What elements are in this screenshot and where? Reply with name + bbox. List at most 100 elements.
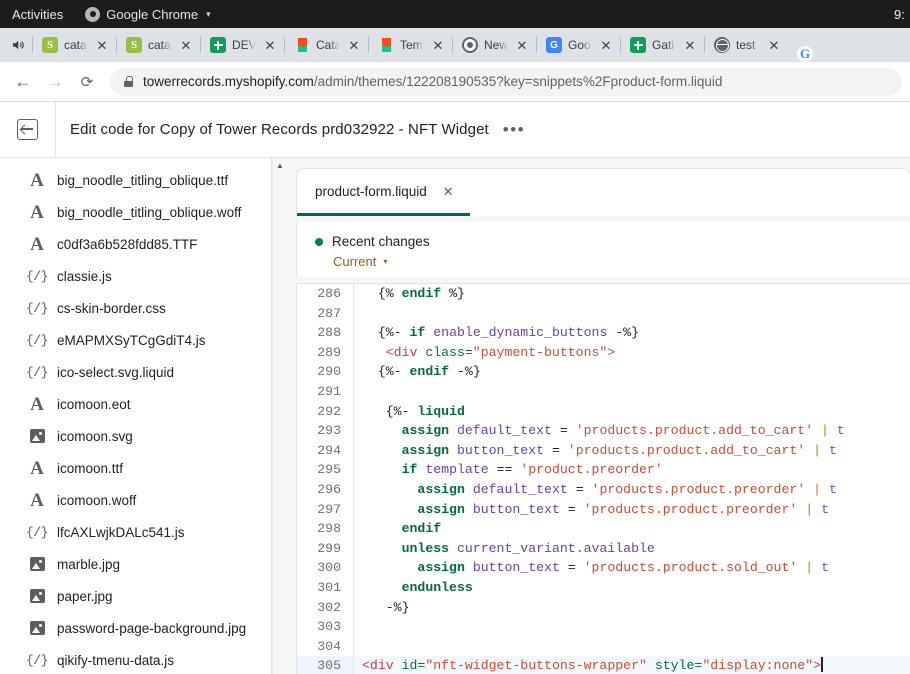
browser-tab[interactable]: test ✕ [704,28,788,62]
file-list-item[interactable]: Aicomoon.ttf [0,452,286,484]
code-icon: {/} [28,269,46,284]
browser-tab[interactable]: New ✕ [452,28,536,62]
close-icon[interactable]: ✕ [443,185,454,198]
code-text[interactable]: assign default_text = 'products.product.… [354,480,837,500]
reload-button[interactable]: ⟳ [72,67,102,97]
browser-tab[interactable]: Tem ✕ [368,28,452,62]
close-icon[interactable]: ✕ [430,37,446,53]
browser-tab[interactable]: Goo ✕ [536,28,620,62]
code-line[interactable]: 291 [297,382,910,402]
code-text[interactable]: <div class="payment-buttons"> [354,343,615,363]
close-icon[interactable]: ✕ [346,37,362,53]
exit-editor-button[interactable] [0,102,56,158]
code-text[interactable]: unless current_variant.available [354,539,655,559]
code-line[interactable]: 304 [297,637,910,657]
code-line[interactable]: 294 assign button_text = 'products.produ… [297,441,910,461]
chrome-icon [85,7,100,22]
file-list-item[interactable]: {/}ico-select.svg.liquid [0,356,286,388]
file-list-item[interactable]: marble.jpg [0,548,286,580]
code-viewer[interactable]: 286 {% endif %}287288 {%- if enable_dyna… [296,283,910,674]
file-list-item[interactable]: Aicomoon.woff [0,484,286,516]
browser-tab-partial[interactable]: G [788,46,822,62]
file-list-item[interactable]: {/}qikify-tmenu-data.js [0,644,286,674]
code-line[interactable]: 296 assign default_text = 'products.prod… [297,480,910,500]
active-app-menu[interactable]: Google Chrome ▾ [77,7,210,22]
file-list-item[interactable]: {/}classie.js [0,260,286,292]
code-token: t [829,443,837,458]
code-line[interactable]: 301 endunless [297,578,910,598]
code-line[interactable]: 305<div id="nft-widget-buttons-wrapper" … [297,656,910,674]
code-line[interactable]: 286 {% endif %} [297,284,910,304]
file-list-item[interactable]: Aicomoon.eot [0,388,286,420]
code-line[interactable]: 300 assign button_text = 'products.produ… [297,558,910,578]
file-list-item[interactable]: paper.jpg [0,580,286,612]
close-icon[interactable]: ✕ [514,37,530,53]
code-icon: {/} [28,365,46,380]
forward-button[interactable]: → [40,67,70,97]
code-text[interactable]: endunless [354,578,473,598]
code-line[interactable]: 289 <div class="payment-buttons"> [297,343,910,363]
code-token [362,364,378,379]
code-text[interactable]: {%- endif -%} [354,362,481,382]
code-line[interactable]: 297 assign button_text = 'products.produ… [297,500,910,520]
code-text[interactable]: <div id="nft-widget-buttons-wrapper" sty… [354,656,823,674]
code-line[interactable]: 299 unless current_variant.available [297,539,910,559]
code-token: t [837,423,845,438]
code-line[interactable]: 298 endif [297,519,910,539]
file-list-item[interactable]: {/}lfcAXLwjkDALc541.js [0,516,286,548]
tab-product-form-liquid[interactable]: product-form.liquid ✕ [297,169,470,216]
scroll-up-arrow-icon[interactable]: ▲ [273,158,286,172]
code-text[interactable]: endif [354,519,441,539]
file-list-item[interactable]: Ac0df3a6b528fdd85.TTF [0,228,286,260]
code-line[interactable]: 288 {%- if enable_dynamic_buttons -%} [297,323,910,343]
code-text[interactable]: assign button_text = 'products.product.a… [354,441,837,461]
status-dot-icon [315,238,323,246]
code-line[interactable]: 303 [297,617,910,637]
code-line[interactable]: 295 if template == 'product.preorder' [297,460,910,480]
code-text[interactable]: assign default_text = 'products.product.… [354,421,845,441]
code-line[interactable]: 290 {%- endif -%} [297,362,910,382]
sidebar-scrollbar[interactable]: ▲ [272,158,286,674]
close-icon[interactable]: ✕ [766,37,782,53]
code-text[interactable]: if template == 'product.preorder' [354,460,663,480]
browser-tab[interactable]: cata ✕ [32,28,116,62]
file-list-item[interactable]: Abig_noodle_titling_oblique.woff [0,196,286,228]
audio-indicator-icon[interactable] [4,28,32,62]
version-selector[interactable]: Current ▾ [315,254,910,269]
address-bar[interactable]: towerrecords.myshopify.com/admin/themes/… [110,68,902,96]
close-icon[interactable]: ✕ [598,37,614,53]
back-button[interactable]: ← [8,67,38,97]
activities-button[interactable]: Activities [0,7,77,22]
code-text[interactable]: -%} [354,598,410,618]
code-lines[interactable]: 286 {% endif %}287288 {%- if enable_dyna… [297,284,910,674]
code-text[interactable]: assign button_text = 'products.product.p… [354,500,829,520]
tab-title: test [736,38,760,52]
code-text[interactable]: {% endif %} [354,284,465,304]
code-token: "payment-buttons"> [473,345,615,360]
close-icon[interactable]: ✕ [94,37,110,53]
code-text[interactable]: assign button_text = 'products.product.s… [354,558,829,578]
more-actions-button[interactable]: ••• [489,121,525,138]
browser-tab[interactable]: cata ✕ [116,28,200,62]
code-token: assign [417,560,464,575]
close-icon[interactable]: ✕ [682,37,698,53]
file-list-item[interactable]: {/}eMAPMXSyTCgGdiT4.js [0,324,286,356]
code-text[interactable]: {%- liquid [354,402,465,422]
close-icon[interactable]: ✕ [178,37,194,53]
code-line[interactable]: 292 {%- liquid [297,402,910,422]
close-icon[interactable]: ✕ [262,37,278,53]
browser-tab[interactable]: Cata ✕ [284,28,368,62]
code-line[interactable]: 293 assign default_text = 'products.prod… [297,421,910,441]
system-clock[interactable]: 9: [894,0,910,28]
code-line[interactable]: 302 -%} [297,598,910,618]
browser-tab[interactable]: Gati ✕ [620,28,704,62]
file-list-item[interactable]: password-page-background.jpg [0,612,286,644]
code-token: %} [441,286,465,301]
code-line[interactable]: 287 [297,304,910,324]
file-list-item[interactable]: Abig_noodle_titling_oblique.ttf [0,164,286,196]
code-text[interactable]: {%- if enable_dynamic_buttons -%} [354,323,639,343]
file-list-item[interactable]: {/}cs-skin-border.css [0,292,286,324]
os-top-bar: Activities Google Chrome ▾ 9: [0,0,910,28]
browser-tab[interactable]: DEV ✕ [200,28,284,62]
file-list-item[interactable]: icomoon.svg [0,420,286,452]
